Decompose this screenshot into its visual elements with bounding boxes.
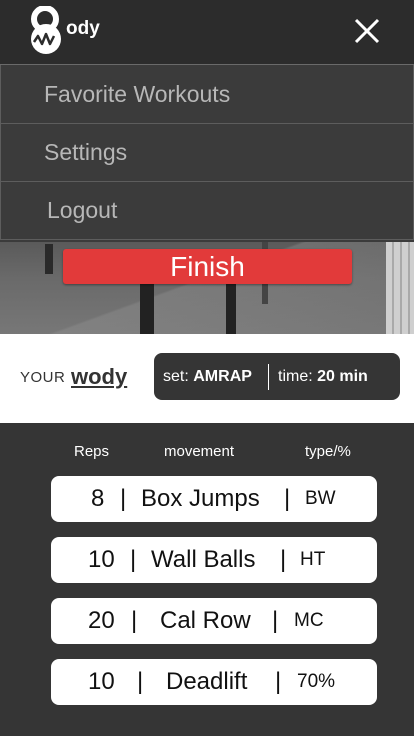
row-separator: |	[120, 485, 127, 512]
menu-item-label: Settings	[44, 139, 128, 165]
row-type: HT	[300, 549, 326, 570]
row-reps: 8	[91, 485, 105, 512]
row-separator: |	[280, 546, 287, 573]
wody-link[interactable]: wody	[71, 364, 127, 390]
header-type: type/%	[305, 443, 351, 460]
time-value: 20 min	[317, 367, 368, 385]
row-movement: Deadlift	[166, 668, 248, 695]
table-row[interactable]: 8 | Box Jumps | BW	[51, 476, 377, 522]
finish-button[interactable]: Finish	[63, 249, 352, 284]
row-reps: 20	[88, 607, 115, 634]
logo-text: ody	[66, 18, 100, 39]
row-type: BW	[305, 488, 336, 509]
menu-item-label: Logout	[47, 197, 118, 223]
table-row[interactable]: 10 | Deadlift | 70%	[51, 659, 377, 705]
menu-item-logout[interactable]: Logout	[0, 182, 414, 240]
row-reps: 10	[88, 546, 115, 573]
row-movement: Wall Balls	[151, 546, 256, 573]
time-info: time: 20 min	[278, 367, 368, 385]
row-type: 70%	[297, 671, 336, 692]
row-separator: |	[131, 607, 138, 634]
row-movement: Box Jumps	[141, 485, 260, 512]
workout-summary-badge: set: AMRAP time: 20 min	[154, 353, 400, 400]
wod-info: YOUR wody set: AMRAP time: 20 min	[0, 334, 414, 423]
row-separator: |	[137, 668, 144, 695]
header-reps: Reps	[74, 443, 110, 460]
header-movement: movement	[164, 443, 235, 460]
top-bar: ody	[0, 0, 414, 64]
table-row[interactable]: 20 | Cal Row | MC	[51, 598, 377, 644]
row-reps: 10	[88, 668, 115, 695]
row-movement: Cal Row	[160, 607, 251, 634]
menu-item-favorite-workouts[interactable]: Favorite Workouts	[0, 65, 414, 124]
table-row[interactable]: 10 | Wall Balls | HT	[51, 537, 377, 583]
row-separator: |	[284, 485, 291, 512]
set-info: set: AMRAP	[163, 367, 252, 385]
row-separator: |	[272, 607, 279, 634]
row-type: MC	[294, 610, 324, 631]
set-value: AMRAP	[193, 367, 252, 385]
row-separator: |	[130, 546, 137, 573]
menu-item-label: Favorite Workouts	[44, 80, 231, 107]
row-separator: |	[275, 668, 282, 695]
nav-menu: Favorite Workouts Settings Logout	[0, 64, 414, 242]
your-label: YOUR	[20, 369, 66, 386]
close-icon[interactable]	[352, 16, 382, 46]
menu-item-settings[interactable]: Settings	[0, 124, 414, 182]
